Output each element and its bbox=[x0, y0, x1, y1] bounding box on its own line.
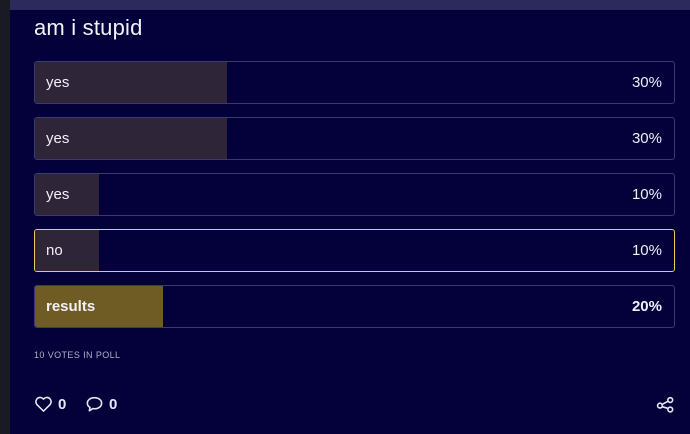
poll-option-1[interactable]: yes 30% bbox=[34, 61, 675, 104]
poll-option-2[interactable]: yes 30% bbox=[34, 117, 675, 160]
comment-icon bbox=[85, 395, 104, 413]
poll-title: am i stupid bbox=[34, 15, 143, 40]
top-strip bbox=[10, 0, 690, 10]
poll-option-bar bbox=[35, 230, 99, 271]
poll-option-label: yes bbox=[46, 74, 70, 91]
heart-icon bbox=[34, 395, 53, 413]
poll-option-label: no bbox=[46, 242, 63, 259]
comment-count: 0 bbox=[109, 395, 118, 413]
poll-option-percent: 30% bbox=[631, 74, 662, 91]
poll-option-percent: 10% bbox=[631, 186, 662, 203]
share-button[interactable] bbox=[656, 393, 675, 415]
like-button[interactable]: 0 bbox=[34, 393, 66, 415]
poll-option-percent: 20% bbox=[631, 298, 662, 315]
like-count: 0 bbox=[58, 395, 67, 413]
poll-option-percent: 10% bbox=[631, 242, 662, 259]
poll-option-label: yes bbox=[46, 186, 70, 203]
comment-button[interactable]: 0 bbox=[85, 393, 117, 415]
poll-option-label: results bbox=[46, 298, 96, 315]
poll-option-4[interactable]: no 10% bbox=[34, 229, 675, 272]
poll-option-3[interactable]: yes 10% bbox=[34, 173, 675, 216]
vote-count: 10 VOTES IN POLL bbox=[34, 350, 121, 360]
poll-option-percent: 30% bbox=[631, 130, 662, 147]
poll-option-label: yes bbox=[46, 130, 70, 147]
poll-option-results[interactable]: results 20% bbox=[34, 285, 675, 328]
left-edge bbox=[0, 0, 10, 434]
share-icon bbox=[656, 395, 675, 413]
